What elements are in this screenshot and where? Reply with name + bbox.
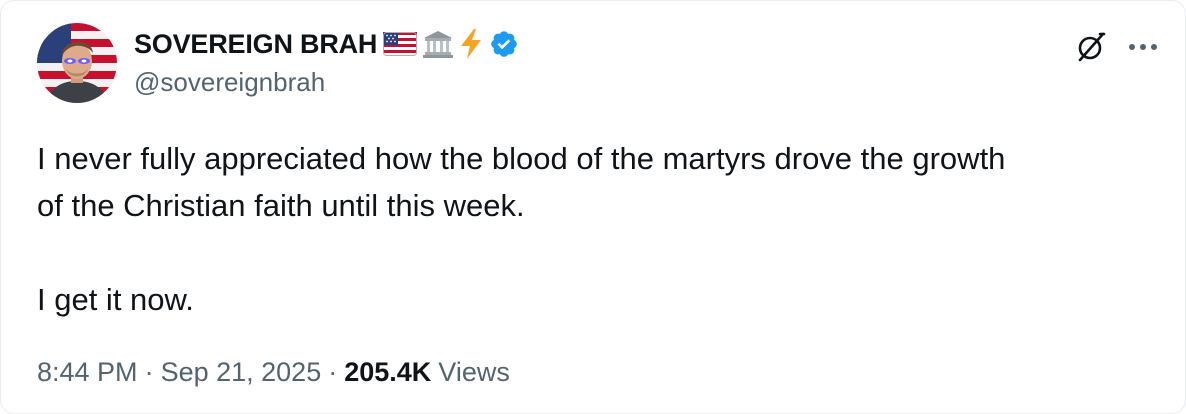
grok-icon[interactable]	[1071, 27, 1111, 67]
more-options-icon[interactable]	[1123, 27, 1163, 67]
tweet-card: SOVEREIGN BRAH @sovereignbrah I never fu…	[0, 0, 1186, 414]
tweet-text: I never fully appreciated how the blood …	[37, 141, 1006, 317]
author-identity: SOVEREIGN BRAH @sovereignbrah	[134, 25, 519, 98]
high-voltage-emoji	[459, 29, 483, 59]
avatar[interactable]	[37, 23, 117, 103]
meta-separator: ·	[328, 357, 338, 387]
verified-badge-icon[interactable]	[489, 29, 519, 59]
views-count[interactable]: 205.4K	[344, 357, 431, 388]
us-flag-emoji	[383, 32, 418, 56]
display-name[interactable]: SOVEREIGN BRAH	[134, 29, 377, 60]
classical-building-emoji	[423, 30, 454, 58]
display-name-row: SOVEREIGN BRAH	[134, 25, 519, 63]
avatar-image	[37, 23, 117, 103]
tweet-date[interactable]: Sep 21, 2025	[161, 357, 322, 388]
views-label[interactable]: Views	[438, 357, 510, 388]
author-handle[interactable]: @sovereignbrah	[134, 67, 519, 98]
tweet-top-actions	[1071, 27, 1163, 67]
tweet-time[interactable]: 8:44 PM	[37, 357, 138, 388]
meta-separator: ·	[144, 357, 154, 387]
tweet-meta: 8:44 PM · Sep 21, 2025 · 205.4K Views	[37, 357, 510, 388]
